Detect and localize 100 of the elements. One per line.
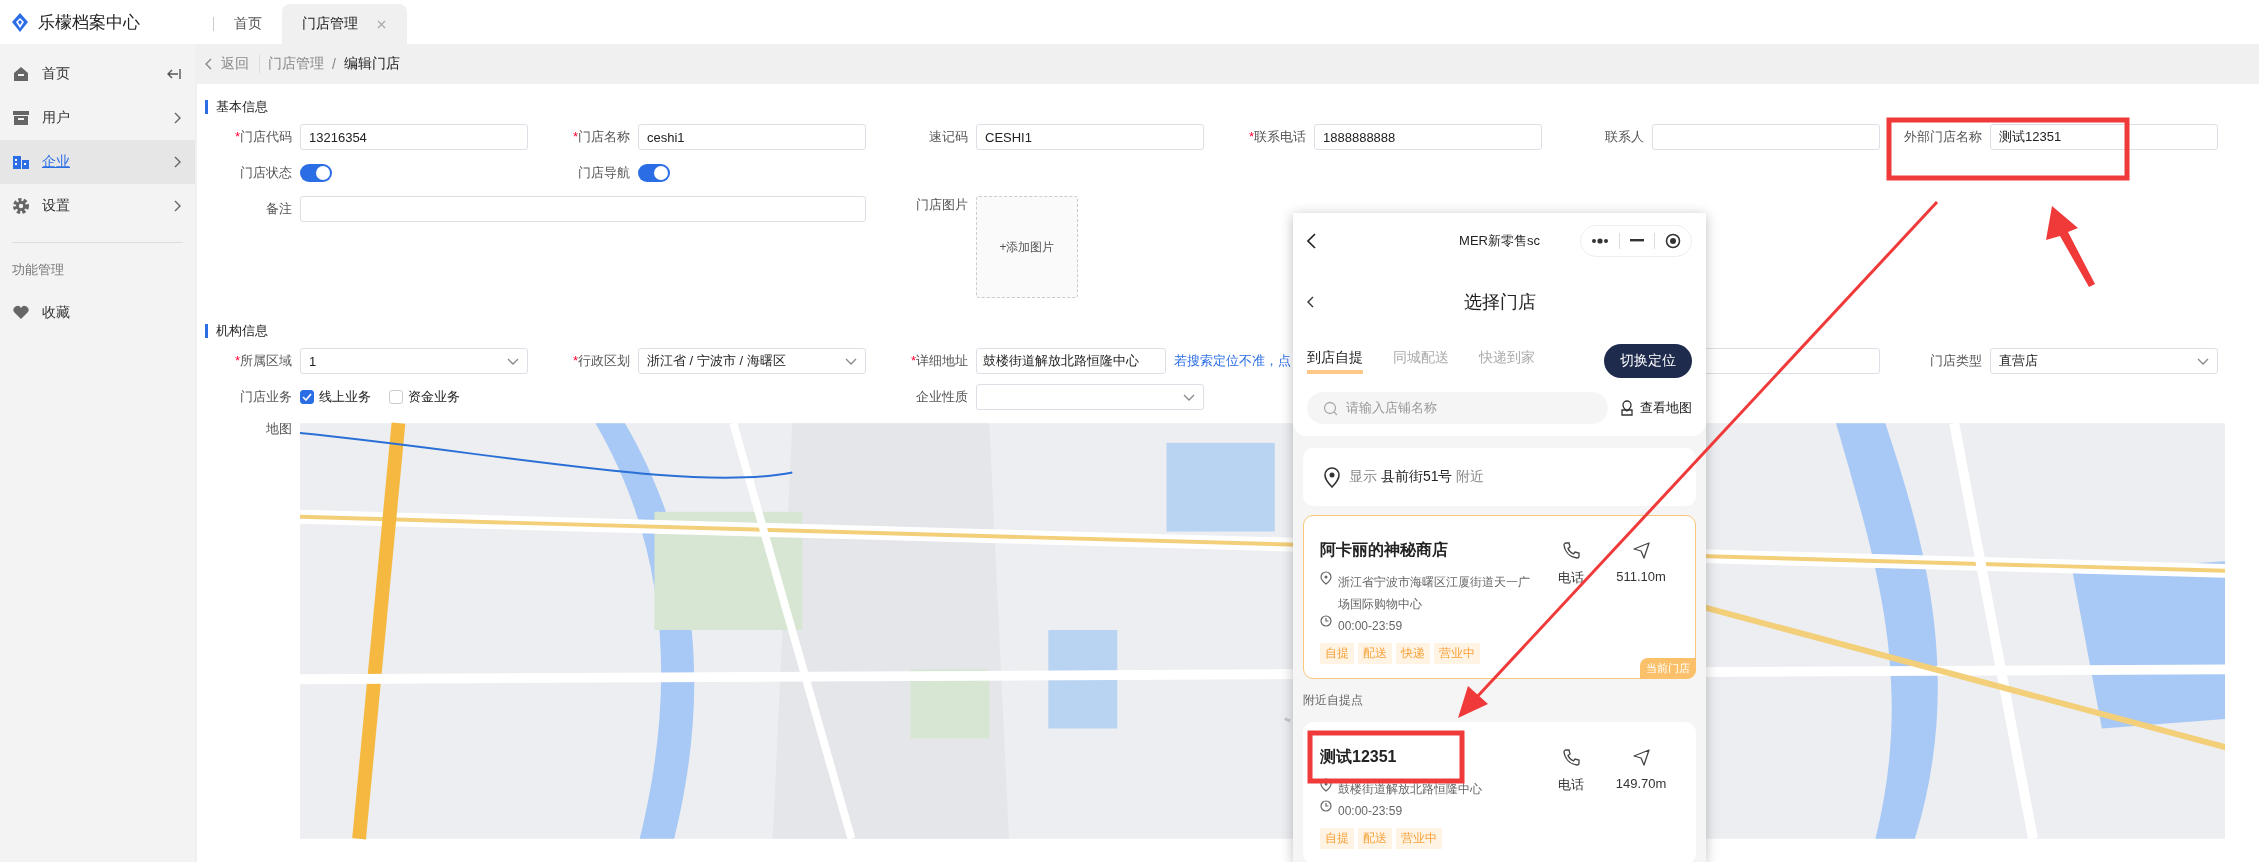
store-address: 鼓楼街道解放北路恒隆中心 [1338, 781, 1482, 798]
phone-label: 电话 [1558, 776, 1584, 794]
view-map-link[interactable]: 查看地图 [1620, 399, 1692, 417]
sidebar-item[interactable]: 用户 [0, 96, 195, 140]
section-title: 基本信息 [216, 98, 268, 116]
sidebar-item[interactable]: 收藏 [0, 291, 195, 335]
field-label: *所属区域 [233, 352, 292, 370]
current-store-badge: 当前门店 [1640, 658, 1696, 679]
location-pin-icon [1320, 571, 1332, 585]
store-tag: 自提 [1320, 828, 1354, 849]
section-title: 机构信息 [216, 322, 268, 340]
send-arrow-icon[interactable] [1632, 749, 1650, 766]
input-field[interactable] [1652, 124, 1880, 150]
field-label: 门店业务 [239, 388, 292, 406]
toggle-switch[interactable] [638, 164, 670, 182]
mini-program-title: MER新零售sc [1459, 231, 1540, 250]
store-tag: 快递 [1396, 643, 1430, 664]
store-tag: 营业中 [1434, 643, 1480, 664]
store-hours: 00:00-23:59 [1338, 618, 1403, 635]
location-pin-icon [1320, 778, 1332, 792]
store-address: 浙江省宁波市海曙区江厦街道天一广场国际购物中心 [1338, 574, 1531, 613]
minimize-icon[interactable] [1630, 239, 1644, 242]
caret-icon [507, 357, 519, 365]
add-image-button[interactable]: +添加图片 [976, 196, 1078, 298]
field-label: 备注 [265, 200, 292, 218]
select-field[interactable]: 直营店 [1990, 348, 2218, 374]
field-label: 门店类型 [1929, 352, 1982, 370]
chevron-left-icon [205, 58, 213, 70]
breadcrumb-separator: / [332, 56, 336, 72]
search-icon [1323, 400, 1338, 416]
field-label: 门店图片 [915, 196, 968, 214]
input-field[interactable]: 13216354 [300, 124, 528, 150]
store-tag: 营业中 [1396, 828, 1442, 849]
tab[interactable]: 到店自提 [1307, 348, 1363, 374]
toggle-switch[interactable] [300, 164, 332, 182]
field-label: *门店代码 [233, 128, 292, 146]
field-label: 地图 [265, 420, 292, 438]
field-label: 企业性质 [915, 388, 968, 406]
input-field[interactable] [300, 196, 866, 222]
checkbox[interactable] [300, 390, 314, 404]
sidebar-item[interactable]: 企业 [0, 140, 195, 184]
field-label: *行政区划 [571, 352, 630, 370]
phone-icon[interactable] [1562, 749, 1580, 766]
sidebar-group-label: 功能管理 [11, 261, 65, 279]
tab[interactable]: 门店管理 [282, 4, 407, 44]
field-label: *联系电话 [1247, 128, 1306, 146]
input-field[interactable]: 1888888888 [1314, 124, 1542, 150]
input-field[interactable]: 测试12351 [1990, 124, 2218, 150]
store-tag: 配送 [1358, 828, 1392, 849]
breadcrumb-item: 编辑门店 [343, 55, 400, 73]
select-field[interactable]: 浙江省 / 宁波市 / 海曙区 [638, 348, 866, 374]
caret-icon [2197, 357, 2209, 365]
map-pin-icon [1620, 400, 1634, 416]
input-field[interactable]: CESHI1 [976, 124, 1204, 150]
field-label: 联系人 [1604, 128, 1644, 146]
checkbox-label: 线上业务 [319, 388, 371, 406]
app-title: 乐檬档案中心 [38, 11, 140, 34]
store-hours: 00:00-23:59 [1338, 803, 1403, 820]
sidebar-item[interactable]: 设置 [0, 184, 195, 228]
more-dots-icon[interactable] [1591, 236, 1609, 245]
location-pin-icon [1323, 466, 1341, 488]
field-label: 速记码 [928, 128, 968, 146]
field-label: 门店状态 [239, 164, 292, 182]
input-field[interactable]: 鼓楼街道解放北路恒隆中心 [976, 348, 1166, 374]
target-icon[interactable] [1665, 232, 1681, 249]
send-arrow-icon[interactable] [1632, 542, 1650, 559]
page-title: 选择门店 [1463, 291, 1536, 314]
field-label: *门店名称 [571, 128, 630, 146]
clock-icon [1320, 800, 1332, 812]
collapse-sidebar-icon[interactable] [166, 68, 181, 80]
clock-icon [1320, 615, 1332, 627]
building-icon [12, 153, 30, 171]
section-label: 附近自提点 [1303, 692, 1364, 709]
store-tag: 配送 [1358, 643, 1392, 664]
field-label: *详细地址 [909, 352, 968, 370]
phone-label: 电话 [1558, 569, 1584, 587]
logo-icon [10, 11, 30, 33]
select-field[interactable] [976, 384, 1204, 410]
gear-icon [12, 197, 30, 215]
phone-icon[interactable] [1562, 542, 1580, 559]
select-field[interactable]: 1 [300, 348, 528, 374]
link[interactable]: 若搜索定位不准，点 [1174, 352, 1291, 370]
check-icon [302, 393, 312, 401]
distance-text: 511.10m [1616, 569, 1666, 584]
distance-text: 149.70m [1615, 776, 1667, 791]
store-name: 测试12351 [1320, 747, 1397, 767]
location-text: 显示 县前街51号 附近 [1349, 468, 1485, 486]
store-tag: 自提 [1320, 643, 1354, 664]
switch-location-button[interactable]: 切换定位 [1604, 344, 1692, 378]
house-icon [12, 65, 30, 83]
caret-icon [1183, 393, 1195, 401]
field-label: 门店导航 [577, 164, 630, 182]
tab[interactable]: 首页 [214, 4, 282, 44]
checkbox-label: 资金业务 [408, 388, 460, 406]
field-label: 外部门店名称 [1903, 128, 1982, 146]
store-name: 阿卡丽的神秘商店 [1320, 540, 1448, 560]
sidebar-item[interactable]: 首页 [0, 52, 195, 96]
caret-icon [845, 357, 857, 365]
input-field[interactable]: ceshi1 [638, 124, 866, 150]
heart-icon [12, 304, 30, 322]
